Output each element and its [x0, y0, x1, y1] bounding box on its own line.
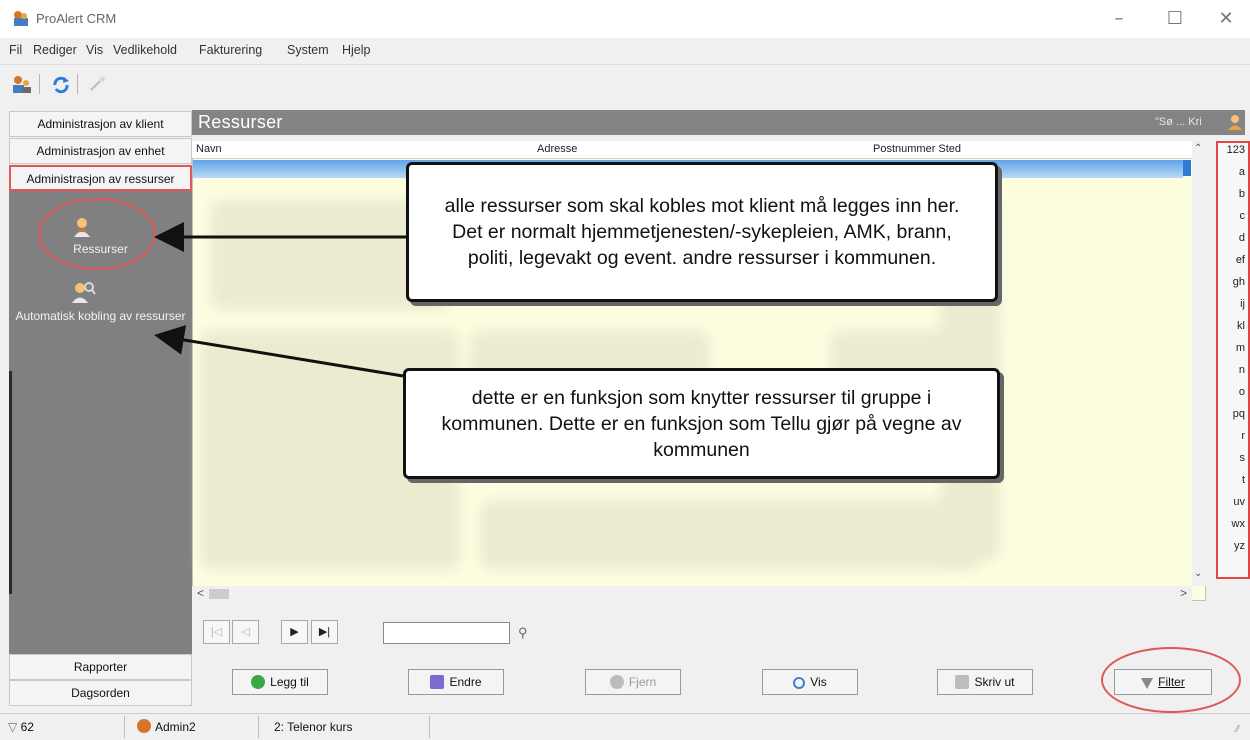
nav-item-kobling-label[interactable]: Automatisk kobling av ressurser	[14, 309, 187, 323]
alpha-d[interactable]: d	[1216, 232, 1250, 244]
menu-fakturering[interactable]: Fakturering	[199, 43, 262, 57]
menu-vedlikehold[interactable]: Vedlikehold	[113, 43, 177, 57]
panel-title: Ressurser	[198, 112, 283, 132]
title-bar	[0, 0, 1250, 38]
menu-vis[interactable]: Vis	[86, 43, 103, 57]
fjern-button[interactable]: Fjern	[585, 669, 681, 695]
alpha-o[interactable]: o	[1216, 386, 1250, 398]
fjern-label: Fjern	[628, 675, 657, 689]
resize-grip-icon[interactable]: ⁄⁄	[1236, 724, 1239, 735]
callout-bottom: dette er en funksjon som knytter ressurs…	[403, 368, 1000, 479]
vis-button[interactable]: Vis	[762, 669, 858, 695]
user-name: Admin2	[155, 720, 196, 734]
users-icon[interactable]	[11, 75, 33, 98]
filter-count: 62	[20, 720, 34, 734]
window-title: ProAlert CRM	[36, 11, 117, 26]
col-postnummer-sted[interactable]: Postnummer Sted	[873, 143, 961, 155]
menu-hjelp[interactable]: Hjelp	[342, 43, 371, 57]
alpha-a[interactable]: a	[1216, 166, 1250, 178]
wand-icon[interactable]: ✳	[88, 75, 106, 96]
record-position-input[interactable]	[383, 622, 510, 644]
vis-label: Vis	[810, 675, 827, 689]
quick-search-hint[interactable]: "Sø ... Kri	[1155, 116, 1202, 128]
callout-top: alle ressurser som skal kobles mot klien…	[406, 162, 998, 302]
alpha-pq[interactable]: pq	[1216, 408, 1250, 420]
panel-header	[192, 110, 1245, 135]
close-button[interactable]: ✕	[1203, 4, 1249, 34]
alpha-t[interactable]: t	[1216, 474, 1250, 486]
toolbar-divider	[77, 74, 78, 94]
alpha-uv[interactable]: uv	[1216, 496, 1250, 508]
alpha-s[interactable]: s	[1216, 452, 1250, 464]
svg-text:✳: ✳	[98, 75, 106, 86]
auto-link-icon[interactable]	[70, 280, 96, 307]
alphabet-index	[1216, 141, 1250, 579]
alpha-r[interactable]: r	[1216, 430, 1250, 442]
user-icon	[137, 719, 151, 733]
alpha-n[interactable]: n	[1216, 364, 1250, 376]
highlight-ellipse	[38, 198, 156, 270]
alpha-ef[interactable]: ef	[1216, 254, 1250, 266]
binoculars-icon[interactable]: ⚲	[518, 625, 528, 641]
scroll-down-icon[interactable]: ⌄	[1194, 568, 1202, 579]
alpha-123[interactable]: 123	[1216, 144, 1250, 156]
alpha-m[interactable]: m	[1216, 342, 1250, 354]
scroll-up-icon[interactable]: ⌃	[1194, 143, 1202, 154]
legg-til-button[interactable]: Legg til	[232, 669, 328, 695]
skriv-ut-label: Skriv ut	[974, 675, 1015, 689]
last-record-button[interactable]: ▶|	[311, 620, 338, 644]
endre-label: Endre	[449, 675, 482, 689]
toolbar	[0, 64, 1250, 106]
menu-rediger[interactable]: Rediger	[33, 43, 77, 57]
alpha-c[interactable]: c	[1216, 210, 1250, 222]
col-navn[interactable]: Navn	[196, 143, 222, 155]
skriv-ut-button[interactable]: Skriv ut	[937, 669, 1033, 695]
alpha-b[interactable]: b	[1216, 188, 1250, 200]
status-user: Admin2	[137, 716, 259, 738]
first-record-button[interactable]: |◁	[203, 620, 230, 644]
scroll-left-icon[interactable]: <	[197, 586, 204, 600]
grid-header	[192, 141, 1192, 159]
col-adresse[interactable]: Adresse	[537, 143, 577, 155]
maximize-button[interactable]: ☐	[1152, 4, 1198, 34]
alpha-yz[interactable]: yz	[1216, 540, 1250, 552]
blurred-content	[480, 500, 980, 570]
alpha-wx[interactable]: wx	[1216, 518, 1250, 530]
endre-button[interactable]: Endre	[408, 669, 504, 695]
menu-bar	[0, 38, 1250, 64]
filter-icon: ▽	[8, 720, 18, 734]
alpha-ij[interactable]: ij	[1216, 298, 1250, 310]
alpha-gh[interactable]: gh	[1216, 276, 1250, 288]
filter-highlight-ellipse	[1101, 647, 1241, 713]
legg-til-label: Legg til	[270, 675, 309, 689]
user-search-icon[interactable]	[1226, 113, 1244, 134]
status-context: 2: Telenor kurs	[270, 716, 430, 738]
nav-panel-edge	[9, 371, 12, 594]
vertical-scrollbar[interactable]	[1192, 141, 1206, 586]
nav-admin-enhet[interactable]: Administrasjon av enhet	[9, 138, 192, 164]
toolbar-divider	[39, 74, 40, 94]
refresh-icon[interactable]	[51, 75, 71, 98]
menu-system[interactable]: System	[287, 43, 329, 57]
nav-rapporter[interactable]: Rapporter	[9, 654, 192, 680]
next-record-button[interactable]: ▶	[281, 620, 308, 644]
nav-dagsorden[interactable]: Dagsorden	[9, 680, 192, 706]
horizontal-scrollbar[interactable]	[192, 586, 1192, 602]
scroll-thumb[interactable]	[1183, 160, 1191, 176]
alpha-kl[interactable]: kl	[1216, 320, 1250, 332]
scroll-right-icon[interactable]: >	[1180, 586, 1187, 600]
menu-fil[interactable]: Fil	[9, 43, 22, 57]
previous-record-button[interactable]: ◁	[232, 620, 259, 644]
minimize-button[interactable]: –	[1096, 4, 1142, 34]
nav-admin-klient[interactable]: Administrasjon av klient	[9, 111, 192, 137]
status-filter: ▽ 62	[8, 716, 125, 738]
app-logo-icon	[12, 10, 30, 27]
nav-admin-ressurser[interactable]: Administrasjon av ressurser	[9, 165, 192, 191]
hscroll-thumb[interactable]	[209, 589, 229, 599]
